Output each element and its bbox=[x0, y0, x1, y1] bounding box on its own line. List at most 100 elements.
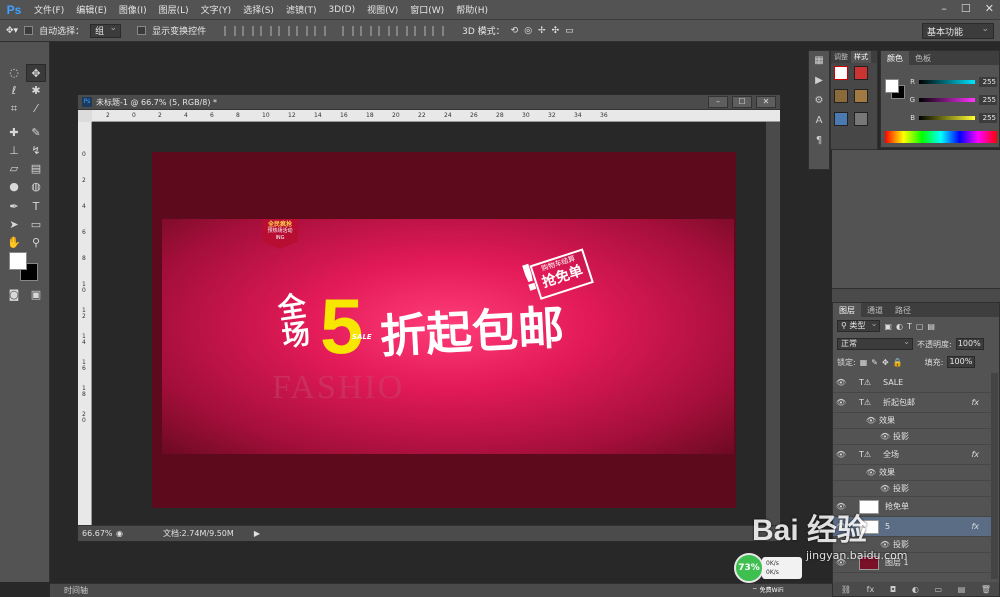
menu-3d[interactable]: 3D(D) bbox=[322, 5, 361, 15]
align-left-icon[interactable] bbox=[278, 25, 291, 36]
dodge-icon[interactable]: ◍ bbox=[26, 178, 46, 196]
horizontal-ruler[interactable]: 2 0 2 4 6 8 10 12 14 16 18 20 22 24 26 28 30 32 34 36 bbox=[92, 110, 780, 122]
lock-move-icon[interactable]: ✥ bbox=[882, 358, 889, 367]
stamp-icon[interactable]: ⊥ bbox=[4, 142, 24, 160]
distribute-top-icon[interactable] bbox=[342, 25, 355, 36]
distribute-right-icon[interactable] bbox=[432, 25, 445, 36]
rectangle-icon[interactable]: ▭ bbox=[26, 216, 46, 234]
blur-icon[interactable]: ● bbox=[4, 178, 24, 196]
layer-kind-filter[interactable]: ⚲ 类型 bbox=[837, 319, 881, 332]
history-panel-icon[interactable]: ▦ bbox=[809, 51, 829, 71]
menu-image[interactable]: 图像(I) bbox=[113, 3, 153, 16]
auto-select-checkbox[interactable] bbox=[24, 26, 34, 35]
fx-badge[interactable]: fx bbox=[971, 398, 979, 407]
menu-filter[interactable]: 滤镜(T) bbox=[280, 3, 323, 16]
r-slider[interactable] bbox=[919, 80, 975, 84]
maximize-icon[interactable]: ☐ bbox=[961, 2, 971, 15]
drop-shadow-row[interactable]: 👁 投影 bbox=[833, 429, 993, 445]
pen-icon[interactable]: ✒ bbox=[4, 198, 24, 216]
free-wifi-label[interactable]: ⌔ 免费WiFi bbox=[752, 585, 784, 594]
doc-close-button[interactable]: ✕ bbox=[756, 96, 776, 108]
eyedropper-icon[interactable]: ⁄ bbox=[26, 100, 46, 118]
menu-file[interactable]: 文件(F) bbox=[28, 3, 70, 16]
lock-paint-icon[interactable]: ✎ bbox=[871, 358, 878, 367]
menu-select[interactable]: 选择(S) bbox=[237, 3, 280, 16]
new-layer-icon[interactable]: ▤ bbox=[958, 585, 966, 594]
fx-badge[interactable]: fx bbox=[971, 522, 979, 531]
foreground-color-swatch[interactable] bbox=[9, 252, 27, 270]
g-slider[interactable] bbox=[919, 98, 975, 102]
gradient-icon[interactable]: ▤ bbox=[26, 160, 46, 178]
document-titlebar[interactable]: Ps 未标题-1 @ 66.7% (5, RGB/8) * – ☐ ✕ bbox=[78, 95, 780, 110]
document-vertical-scrollbar[interactable] bbox=[766, 122, 780, 525]
vertical-ruler[interactable]: 0 2 4 6 8 1 0 1 2 1 4 1 6 1 8 2 0 bbox=[78, 122, 92, 525]
style-red-swatch[interactable] bbox=[854, 66, 868, 80]
link-layers-icon[interactable]: ⛓ bbox=[841, 585, 851, 594]
lock-transparent-icon[interactable]: ▦ bbox=[860, 358, 868, 367]
add-mask-icon[interactable]: ◘ bbox=[890, 585, 896, 594]
eraser-icon[interactable]: ▱ bbox=[4, 160, 24, 178]
drop-shadow-row[interactable]: 👁 投影 bbox=[833, 481, 993, 497]
actions-panel-icon[interactable]: ▶ bbox=[809, 71, 829, 91]
menu-help[interactable]: 帮助(H) bbox=[450, 3, 494, 16]
filter-type-icon[interactable]: T bbox=[907, 322, 912, 331]
timeline-bar[interactable]: 时间轴 bbox=[50, 583, 832, 597]
g-value-field[interactable]: 255 bbox=[979, 95, 997, 105]
minimize-icon[interactable]: – bbox=[941, 2, 947, 15]
delete-layer-icon[interactable]: 🗑 bbox=[981, 585, 991, 594]
color-spectrum[interactable] bbox=[885, 131, 997, 143]
adjustment-layer-icon[interactable]: ◐ bbox=[912, 585, 919, 594]
b-value-field[interactable]: 255 bbox=[979, 113, 997, 123]
zoom-icon[interactable]: ⚲ bbox=[26, 234, 46, 252]
blend-mode-dropdown[interactable]: 正常 bbox=[837, 337, 913, 350]
opacity-field[interactable]: 100% bbox=[955, 338, 984, 350]
tab-layers[interactable]: 图层 bbox=[833, 303, 861, 317]
lasso-icon[interactable]: ℓ bbox=[4, 82, 24, 100]
align-hcenter-icon[interactable] bbox=[296, 25, 309, 36]
tab-styles[interactable]: 样式 bbox=[851, 51, 871, 63]
add-style-icon[interactable]: fx bbox=[867, 585, 875, 594]
filter-adjust-icon[interactable]: ◐ bbox=[896, 322, 903, 331]
distribute-left-icon[interactable] bbox=[396, 25, 409, 36]
layer-row-sale[interactable]: 👁 T⚠ SALE bbox=[833, 373, 993, 393]
quick-mask-icon[interactable]: ◙ bbox=[4, 286, 24, 304]
visibility-eye-icon[interactable]: 👁 bbox=[863, 416, 879, 425]
workspace-dropdown[interactable]: 基本功能 bbox=[922, 23, 994, 39]
move-tool-icon[interactable]: ✥▾ bbox=[6, 26, 18, 36]
distribute-bottom-icon[interactable] bbox=[378, 25, 391, 36]
distribute-hcenter-icon[interactable] bbox=[414, 25, 427, 36]
character-panel-icon[interactable]: A bbox=[809, 111, 829, 131]
effects-row[interactable]: 👁 效果 bbox=[833, 465, 993, 481]
3d-pan-icon[interactable]: ✢ bbox=[538, 26, 546, 36]
r-value-field[interactable]: 255 bbox=[979, 77, 997, 87]
marquee-icon[interactable]: ◌ bbox=[4, 64, 24, 82]
visibility-eye-icon[interactable]: 👁 bbox=[877, 484, 893, 493]
fx-badge[interactable]: fx bbox=[971, 450, 979, 459]
show-transform-checkbox[interactable] bbox=[137, 26, 147, 35]
path-select-icon[interactable]: ➤ bbox=[4, 216, 24, 234]
visibility-eye-icon[interactable]: 👁 bbox=[877, 432, 893, 441]
layers-scrollbar[interactable] bbox=[991, 373, 998, 579]
b-slider[interactable] bbox=[919, 116, 975, 120]
color-panel-foreground[interactable] bbox=[885, 79, 899, 93]
status-arrow-icon[interactable]: ▶ bbox=[254, 529, 260, 538]
brush-icon[interactable]: ✎ bbox=[26, 124, 46, 142]
menu-type[interactable]: 文字(Y) bbox=[195, 3, 238, 16]
visibility-eye-icon[interactable]: 👁 bbox=[833, 398, 849, 407]
screen-mode-icon[interactable]: ▣ bbox=[26, 286, 46, 304]
distribute-vcenter-icon[interactable] bbox=[360, 25, 373, 36]
layer-row-quanchang[interactable]: 👁 T⚠ 全场 fx bbox=[833, 445, 993, 465]
network-speed-widget[interactable]: 73% 0K/s 0K/s ⌔ 免费WiFi bbox=[734, 553, 804, 594]
new-group-icon[interactable]: ▭ bbox=[934, 585, 942, 594]
hand-icon[interactable]: ✋ bbox=[4, 234, 24, 252]
align-bottom-icon[interactable] bbox=[260, 25, 273, 36]
visibility-eye-icon[interactable]: 👁 bbox=[833, 450, 849, 459]
filter-smart-icon[interactable]: ▤ bbox=[927, 322, 935, 331]
3d-slide-icon[interactable]: ✣ bbox=[552, 26, 560, 36]
history-brush-icon[interactable]: ↯ bbox=[26, 142, 46, 160]
canvas-area[interactable]: 全民疯抢 预热场活动 ING FASHIO 全场 5 SALE 折起包邮 ! 购… bbox=[92, 122, 766, 525]
crop-icon[interactable]: ⌗ bbox=[4, 100, 24, 118]
menu-window[interactable]: 窗口(W) bbox=[404, 3, 450, 16]
healing-icon[interactable]: ✚ bbox=[4, 124, 24, 142]
style-wood-swatch[interactable] bbox=[834, 89, 848, 103]
